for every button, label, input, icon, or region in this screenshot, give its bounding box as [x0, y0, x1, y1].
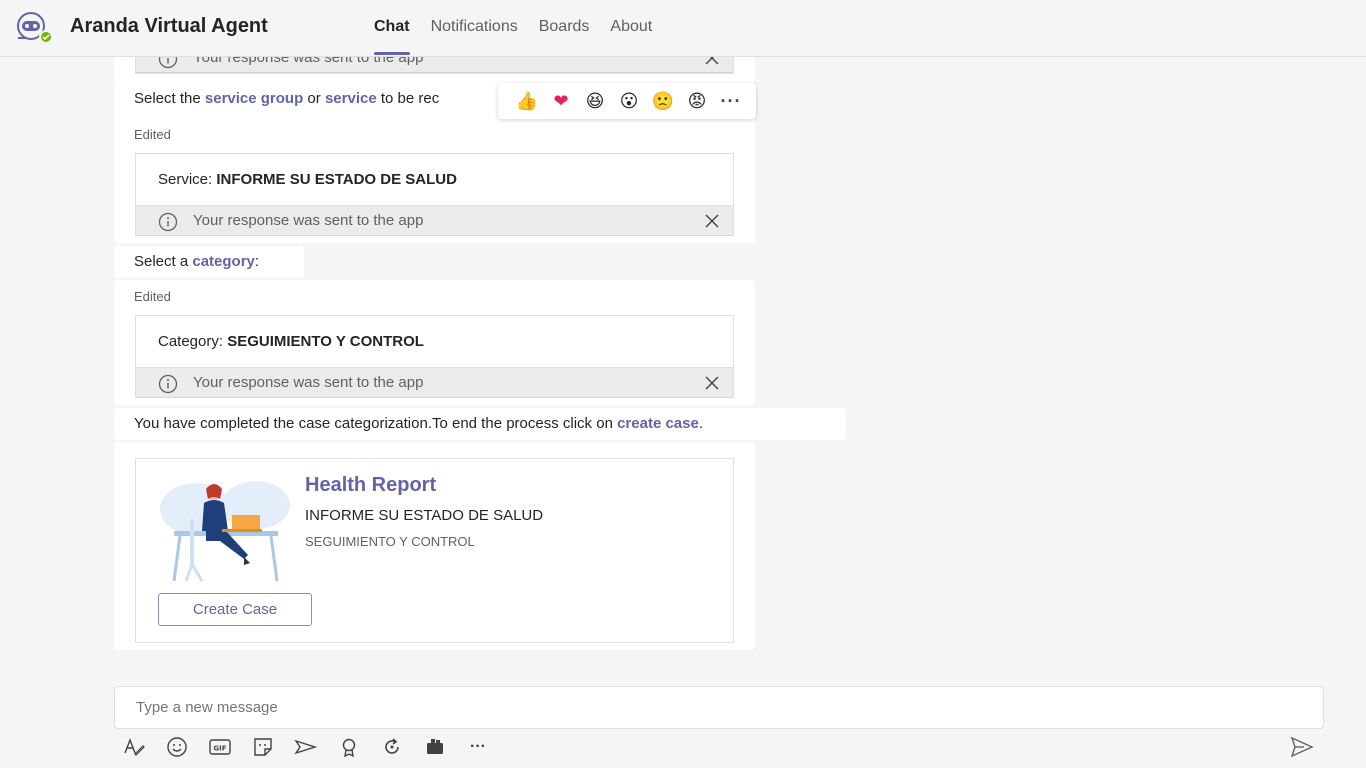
woman-laptop-illustration-icon — [160, 481, 290, 582]
compose-toolbar: GIF ··· — [122, 735, 509, 759]
health-report-title: Health Report — [305, 474, 437, 496]
edited-label: Edited — [134, 289, 171, 304]
emoji-icon[interactable] — [165, 735, 189, 759]
service-line: Service: INFORME SU ESTADO DE SALUD — [158, 171, 457, 188]
tab-chat[interactable]: Chat — [374, 0, 410, 57]
reaction-bar: 👍 ❤ 😆 😮 🙁 😡 ··· — [498, 83, 756, 119]
service-card: Service: INFORME SU ESTADO DE SALUD Your… — [135, 153, 734, 236]
more-reactions-icon[interactable]: ··· — [714, 89, 748, 113]
laugh-reaction-icon[interactable]: 😆 — [578, 89, 612, 113]
app-extension-icon[interactable] — [423, 735, 447, 759]
response-notice: Your response was sent to the app — [136, 367, 733, 398]
category-link[interactable]: category — [192, 253, 255, 270]
tab-about[interactable]: About — [610, 0, 652, 57]
surprised-reaction-icon[interactable]: 😮 — [612, 89, 646, 113]
message-text: Select a category: — [134, 253, 260, 270]
info-icon — [158, 57, 178, 69]
service-link[interactable]: service — [325, 90, 377, 107]
sticker-icon[interactable] — [251, 735, 275, 759]
health-report-subtitle: INFORME SU ESTADO DE SALUD — [305, 507, 544, 524]
edited-label: Edited — [134, 127, 171, 142]
loop-icon[interactable] — [380, 735, 404, 759]
meet-now-icon[interactable] — [294, 735, 318, 759]
message-text: Select the service group or service to b… — [134, 90, 440, 107]
tab-boards[interactable]: Boards — [539, 0, 590, 57]
service-group-link[interactable]: service group — [205, 90, 303, 107]
response-notice: Your response was sent to the app — [136, 205, 733, 236]
format-icon[interactable] — [122, 735, 146, 759]
category-card: Category: SEGUIMIENTO Y CONTROL Your res… — [135, 315, 734, 398]
app-title: Aranda Virtual Agent — [70, 15, 268, 37]
close-icon[interactable] — [703, 374, 721, 392]
svg-text:GIF: GIF — [213, 745, 226, 753]
app-header: Aranda Virtual Agent Chat Notifications … — [0, 0, 1366, 57]
tab-notifications[interactable]: Notifications — [431, 0, 518, 57]
tab-bar: Chat Notifications Boards About — [374, 0, 673, 57]
angry-reaction-icon[interactable]: 😡 — [680, 89, 714, 113]
notice-text: Your response was sent to the app — [193, 212, 424, 229]
message-text: You have completed the case categorizati… — [134, 415, 703, 432]
health-report-card: Health Report INFORME SU ESTADO DE SALUD… — [135, 458, 734, 643]
aranda-bot-logo-icon — [17, 12, 53, 44]
create-case-link[interactable]: create case — [617, 415, 699, 432]
notice-text: Your response was sent to the app — [193, 57, 424, 66]
chat-area: Your response was sent to the app Select… — [0, 57, 1366, 677]
gif-icon[interactable]: GIF — [208, 735, 232, 759]
message-input[interactable] — [136, 699, 1136, 716]
response-card: Your response was sent to the app — [135, 57, 734, 74]
category-line: Category: SEGUIMIENTO Y CONTROL — [158, 333, 424, 350]
like-reaction-icon[interactable]: 👍 — [510, 89, 544, 113]
heart-reaction-icon[interactable]: ❤ — [544, 89, 578, 113]
close-icon[interactable] — [703, 212, 721, 230]
notice-text: Your response was sent to the app — [193, 374, 424, 391]
info-icon — [158, 212, 178, 232]
praise-icon[interactable] — [337, 735, 361, 759]
close-icon[interactable] — [703, 57, 721, 67]
send-icon[interactable] — [1290, 736, 1314, 758]
more-options-icon[interactable]: ··· — [466, 735, 490, 759]
compose-box[interactable] — [114, 686, 1324, 729]
info-icon — [158, 374, 178, 394]
health-report-detail: SEGUIMIENTO Y CONTROL — [305, 534, 475, 549]
sad-reaction-icon[interactable]: 🙁 — [646, 89, 680, 113]
response-notice: Your response was sent to the app — [136, 57, 733, 73]
create-case-button[interactable]: Create Case — [158, 593, 312, 626]
